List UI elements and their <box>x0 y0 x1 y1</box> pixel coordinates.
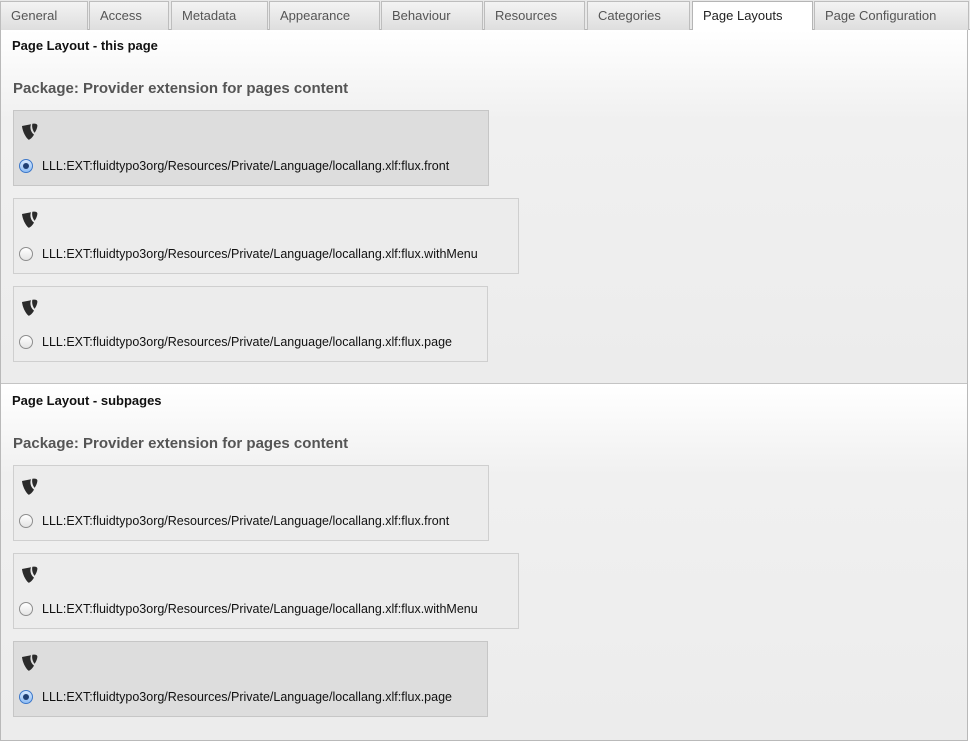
tab-page-layouts[interactable]: Page Layouts <box>692 1 813 31</box>
tab-access[interactable]: Access <box>89 1 169 30</box>
typo3-logo-icon <box>22 123 38 140</box>
package-title: Package: Provider extension for pages co… <box>13 435 349 452</box>
layout-option-label: LLL:EXT:fluidtypo3org/Resources/Private/… <box>42 602 478 616</box>
layout-radio[interactable] <box>19 335 33 349</box>
typo3-logo-icon <box>22 211 38 228</box>
subpages-layout-option-front[interactable]: LLL:EXT:fluidtypo3org/Resources/Private/… <box>13 465 489 541</box>
layout-radio[interactable] <box>19 514 33 528</box>
section-title: Page Layout - this page <box>12 38 158 53</box>
layout-radio[interactable] <box>19 159 33 173</box>
layout-option-label: LLL:EXT:fluidtypo3org/Resources/Private/… <box>42 335 452 349</box>
subpages-layout-option-page[interactable]: LLL:EXT:fluidtypo3org/Resources/Private/… <box>13 641 488 717</box>
layout-option-with-menu[interactable]: LLL:EXT:fluidtypo3org/Resources/Private/… <box>13 198 519 274</box>
section-page-layout-this-page: Page Layout - this page Package: Provide… <box>1 30 967 384</box>
layout-option-label: LLL:EXT:fluidtypo3org/Resources/Private/… <box>42 159 450 173</box>
tab-metadata[interactable]: Metadata <box>171 1 268 30</box>
tab-bar: General Access Metadata Appearance Behav… <box>0 0 970 31</box>
tab-general[interactable]: General <box>0 1 88 30</box>
section-title: Page Layout - subpages <box>12 393 162 408</box>
tab-behaviour[interactable]: Behaviour <box>381 1 483 30</box>
layout-option-page[interactable]: LLL:EXT:fluidtypo3org/Resources/Private/… <box>13 286 488 362</box>
package-title: Package: Provider extension for pages co… <box>13 80 349 97</box>
typo3-logo-icon <box>22 566 38 583</box>
layout-option-label: LLL:EXT:fluidtypo3org/Resources/Private/… <box>42 690 452 704</box>
typo3-logo-icon <box>22 654 38 671</box>
typo3-logo-icon <box>22 478 38 495</box>
tab-page-configuration[interactable]: Page Configuration <box>814 1 969 30</box>
layout-radio[interactable] <box>19 690 33 704</box>
layout-option-front[interactable]: LLL:EXT:fluidtypo3org/Resources/Private/… <box>13 110 489 186</box>
layout-option-label: LLL:EXT:fluidtypo3org/Resources/Private/… <box>42 247 478 261</box>
tab-categories[interactable]: Categories <box>587 1 690 30</box>
layout-radio[interactable] <box>19 247 33 261</box>
typo3-logo-icon <box>22 299 38 316</box>
tab-panel-page-layouts: Page Layout - this page Package: Provide… <box>0 30 968 741</box>
layout-option-label: LLL:EXT:fluidtypo3org/Resources/Private/… <box>42 514 450 528</box>
layout-radio[interactable] <box>19 602 33 616</box>
tab-resources[interactable]: Resources <box>484 1 585 30</box>
subpages-layout-option-with-menu[interactable]: LLL:EXT:fluidtypo3org/Resources/Private/… <box>13 553 519 629</box>
tab-appearance[interactable]: Appearance <box>269 1 380 30</box>
section-page-layout-subpages: Page Layout - subpages Package: Provider… <box>1 385 967 740</box>
